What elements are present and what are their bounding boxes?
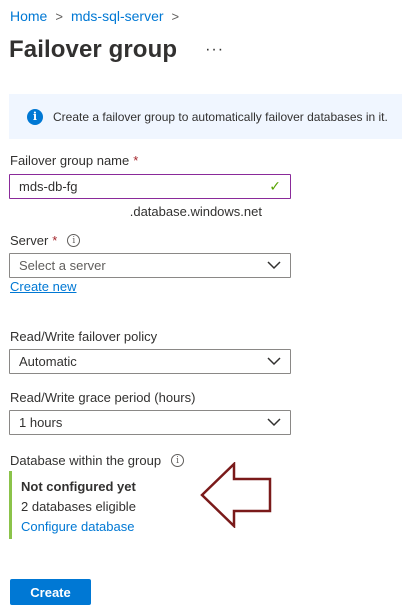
info-icon: i <box>27 108 43 125</box>
page-title: Failover group <box>9 36 178 63</box>
title-row: Failover group ··· <box>9 36 224 64</box>
chevron-down-icon <box>267 261 281 270</box>
grace-period-value: 1 hours <box>19 415 63 430</box>
create-button[interactable]: Create <box>10 579 91 605</box>
databases-summary: Not configured yet 2 databases eligible … <box>9 471 189 539</box>
breadcrumb: Home > mds-sql-server > <box>10 8 179 24</box>
policy-select[interactable]: Automatic <box>9 349 291 374</box>
group-name-label: Failover group name * <box>10 153 139 168</box>
more-options-icon[interactable]: ··· <box>205 42 224 58</box>
breadcrumb-separator: > <box>55 8 63 24</box>
policy-label: Read/Write failover policy <box>10 329 158 344</box>
checkmark-icon: ✓ <box>269 178 281 195</box>
configure-database-link[interactable]: Configure database <box>21 519 189 534</box>
required-mark: * <box>52 233 58 248</box>
info-circle-icon[interactable]: i <box>67 234 81 247</box>
chevron-down-icon <box>267 418 281 427</box>
domain-suffix: .database.windows.net <box>129 204 262 219</box>
info-circle-icon[interactable]: i <box>171 454 185 467</box>
server-select[interactable]: Select a server <box>9 253 291 278</box>
group-name-input[interactable]: mds-db-fg ✓ <box>9 174 291 199</box>
databases-status: Not configured yet <box>21 479 136 494</box>
grace-period-label: Read/Write grace period (hours) <box>10 390 196 405</box>
databases-count: 2 databases eligible <box>21 499 136 514</box>
info-banner: i Create a failover group to automatical… <box>9 94 402 139</box>
breadcrumb-server[interactable]: mds-sql-server <box>71 8 164 24</box>
left-arrow-annotation-icon <box>200 462 272 528</box>
chevron-down-icon <box>267 357 281 366</box>
create-new-link[interactable]: Create new <box>10 279 76 294</box>
group-name-value: mds-db-fg <box>19 179 78 194</box>
grace-period-select[interactable]: 1 hours <box>9 410 291 435</box>
info-banner-text: Create a failover group to automatically… <box>53 109 388 124</box>
breadcrumb-separator: > <box>171 8 180 24</box>
required-mark: * <box>133 153 139 168</box>
server-label: Server * i <box>10 233 81 248</box>
databases-label: Database within the group i <box>10 453 185 468</box>
policy-value: Automatic <box>19 354 77 369</box>
server-placeholder: Select a server <box>19 258 106 273</box>
breadcrumb-home[interactable]: Home <box>10 8 47 24</box>
